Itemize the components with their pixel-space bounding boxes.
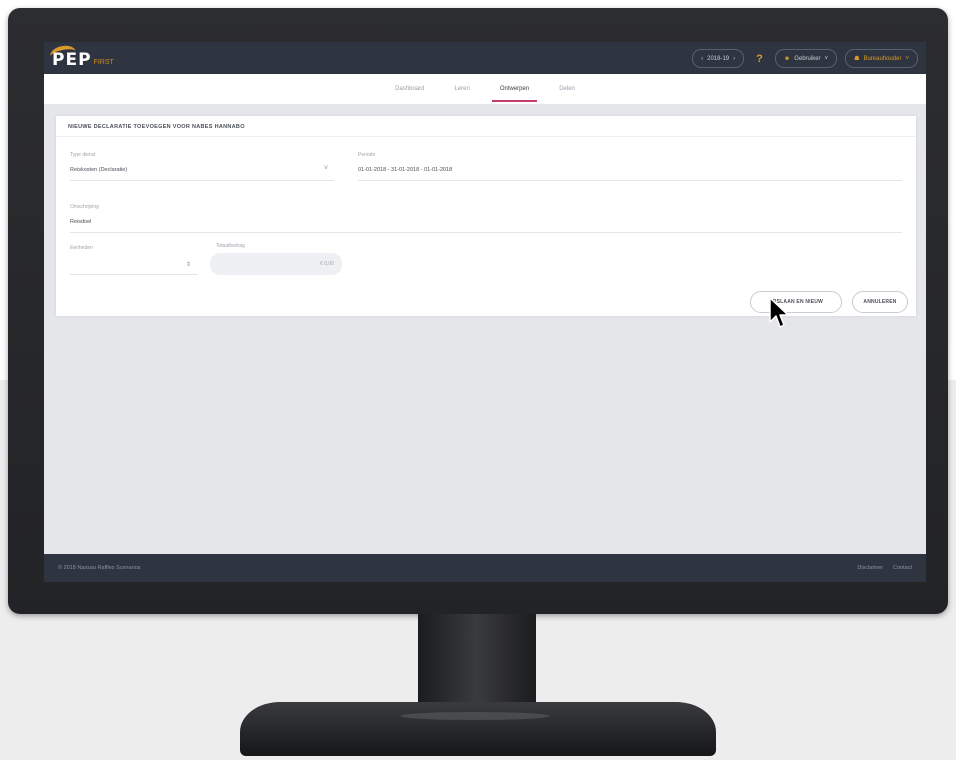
user-icon: ☻ — [783, 55, 791, 62]
period-selector[interactable]: ‹ 2018-19 › — [692, 49, 745, 68]
type-underline — [70, 180, 334, 181]
contact-link[interactable]: Contact — [893, 565, 912, 571]
monitor-bezel: PEP FIRST ‹ 2018-19 › ? ☻ Gebruiker ˅ ☗ … — [8, 8, 948, 614]
period-label: 2018-19 — [707, 55, 730, 62]
tab-delen[interactable]: Delen — [555, 80, 579, 98]
logo-text: PEP — [52, 50, 92, 70]
tab-dashboard[interactable]: Dashboard — [391, 80, 428, 98]
app-logo[interactable]: PEP FIRST — [48, 43, 114, 70]
period-next-icon[interactable]: › — [733, 56, 735, 62]
monitor-stand-base — [240, 702, 716, 756]
units-input[interactable] — [70, 274, 198, 275]
tab-ontwerpen[interactable]: Ontwerpen — [491, 80, 538, 102]
arrow-cursor-icon — [769, 297, 789, 328]
cancel-button[interactable]: ANNULEREN — [852, 291, 908, 313]
declaration-form-card: NIEUWE DECLARATIE TOEVOEGEN VOOR NABES H… — [56, 116, 916, 316]
chevron-down-icon: ˅ — [905, 55, 909, 62]
organisation-menu[interactable]: ☗ Bureauhouder ˅ — [845, 49, 918, 68]
period-field-label: Periode — [358, 152, 376, 158]
user-menu[interactable]: ☻ Gebruiker ˅ — [774, 49, 838, 68]
monitor-stand-neck — [418, 614, 536, 710]
footer: © 2018 Nassau Raffles Scenarios Disclaim… — [44, 554, 926, 582]
user-label: Gebruiker — [794, 55, 821, 62]
total-label: Totaalbedrag — [216, 243, 245, 249]
total-field: € 0,00 — [210, 253, 342, 275]
period-underline — [358, 180, 902, 181]
units-stepper-icon[interactable]: ⇕ — [186, 261, 191, 268]
units-label: Eenheden — [70, 245, 93, 251]
logo-subtext: FIRST — [93, 59, 114, 66]
help-button[interactable]: ? — [752, 53, 767, 65]
main-tabs: Dashboard Leren Ontwerpen Delen — [44, 74, 926, 104]
type-select[interactable]: Reiskosten (Declaratie) — [70, 167, 127, 173]
top-navigation-bar: PEP FIRST ‹ 2018-19 › ? ☻ Gebruiker ˅ ☗ … — [44, 42, 926, 74]
form-title: NIEUWE DECLARATIE TOEVOEGEN VOOR NABES H… — [68, 124, 245, 130]
chevron-down-icon: ˅ — [824, 55, 829, 62]
description-underline — [70, 232, 902, 233]
monitor-screen: PEP FIRST ‹ 2018-19 › ? ☻ Gebruiker ˅ ☗ … — [44, 42, 926, 582]
save-and-new-button[interactable]: OPSLAAN EN NIEUW — [750, 291, 842, 313]
chevron-down-icon[interactable]: ˅ — [324, 165, 328, 172]
period-field[interactable]: 01-01-2018 - 31-01-2018 - 01-01-2018 — [358, 167, 452, 173]
organisation-label: Bureauhouder — [863, 55, 902, 62]
copyright-text: © 2018 Nassau Raffles Scenarios — [58, 565, 141, 571]
description-input[interactable]: Reisdoel — [70, 219, 91, 225]
topbar-controls: ‹ 2018-19 › ? ☻ Gebruiker ˅ ☗ Bureauhoud… — [692, 49, 918, 68]
footer-links: Disclaimer Contact — [857, 565, 912, 571]
disclaimer-link[interactable]: Disclaimer — [857, 565, 883, 571]
description-label: Omschrijving — [70, 204, 99, 210]
building-icon: ☗ — [854, 56, 860, 62]
tab-leren[interactable]: Leren — [450, 80, 473, 98]
stand-highlight — [400, 712, 550, 720]
total-value: € 0,00 — [320, 261, 334, 267]
period-prev-icon[interactable]: ‹ — [701, 56, 703, 62]
divider — [56, 136, 916, 137]
type-label: Type dienst — [70, 152, 96, 158]
